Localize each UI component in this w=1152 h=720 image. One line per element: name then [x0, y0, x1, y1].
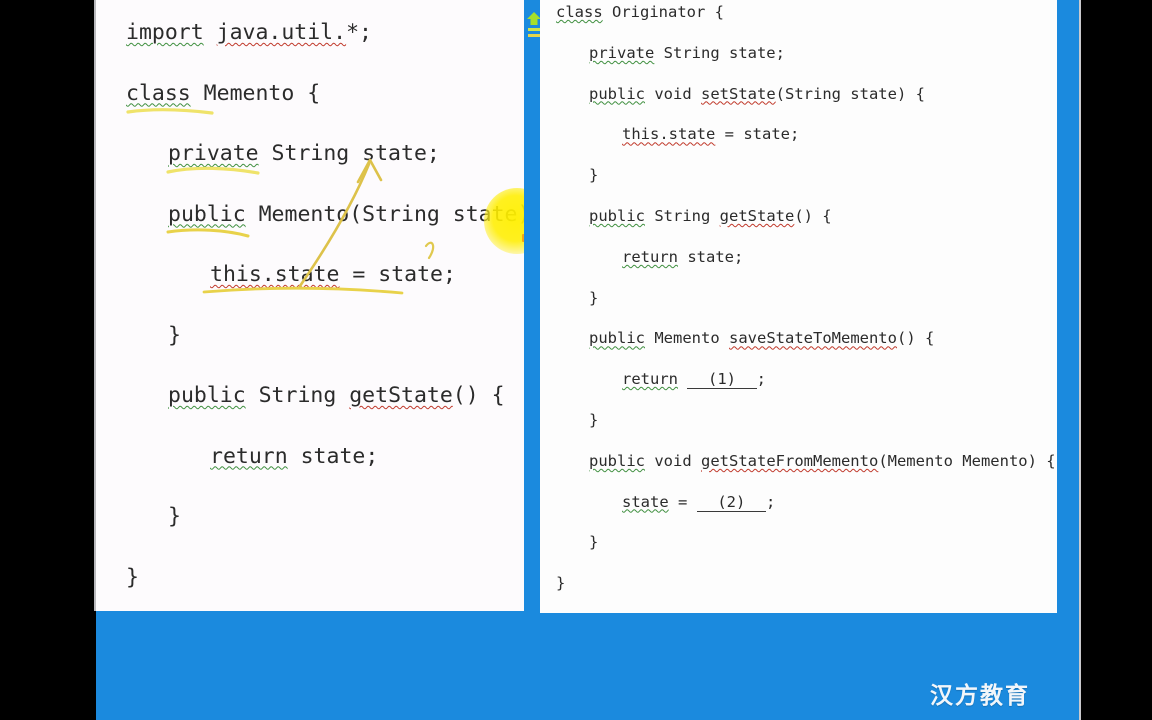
code-line: public void setState(String state) { [589, 84, 925, 103]
code-token: = [668, 492, 697, 511]
code-token: String state; [258, 141, 440, 166]
code-token: () { [896, 329, 935, 348]
code-line: import java.util.*; [126, 22, 372, 44]
code-line: } [589, 535, 598, 551]
spellcheck-underline-green: public [168, 383, 246, 408]
spellcheck-underline-red: this.state [210, 262, 340, 287]
code-line: } [589, 288, 599, 307]
code-line: class Memento { [126, 80, 321, 106]
spellcheck-underline-red: java.util. [216, 20, 347, 45]
code-line: this.state = state; [622, 127, 799, 143]
spellcheck-underline-green: return [210, 443, 288, 469]
spellcheck-underline-red: getStateFromMemento [701, 451, 879, 470]
code-line: public Memento(String state) { [168, 201, 524, 227]
code-token: (Memento Memento) { [878, 451, 1056, 470]
code-line: this.state = state; [210, 264, 456, 286]
code-panel-memento[interactable]: import java.util.*; class Memento { privat… [96, 0, 524, 611]
spellcheck-underline-red: getState [719, 207, 795, 225]
code-block-originator: class Originator {private String state; p… [540, 0, 1057, 613]
answer-blank[interactable]: (1) [687, 370, 757, 390]
code-token: () { [452, 383, 505, 408]
code-token: } [126, 564, 139, 590]
code-token: (String state) { [775, 84, 925, 103]
code-token: } [168, 504, 181, 529]
spellcheck-underline-green: class [126, 80, 191, 106]
code-line: public String getState() { [168, 385, 505, 407]
code-token: = state; [715, 125, 800, 144]
code-token: Memento [645, 329, 729, 348]
code-token: String [245, 383, 350, 408]
spellcheck-underline-green: public [589, 329, 645, 348]
code-token: Memento(String state) { [258, 201, 524, 227]
code-line: class Originator { [556, 3, 724, 21]
code-token: state; [287, 443, 379, 469]
code-token: Memento { [190, 80, 321, 106]
spellcheck-underline-green: private [168, 141, 259, 166]
letterbox-right-bar [1081, 0, 1152, 720]
code-line: state = (2) ; [622, 492, 776, 512]
code-token: () { [794, 207, 832, 225]
spellcheck-underline-red: setState [701, 84, 776, 103]
code-token: String state; [654, 43, 785, 62]
code-line: } [589, 166, 599, 185]
code-token: state; [678, 247, 744, 266]
watermark-brand: 汉方教育 [930, 682, 1030, 709]
code-line: } [556, 574, 566, 593]
code-token: ; [756, 370, 767, 389]
code-line: public Memento saveStateToMemento() { [589, 331, 934, 347]
code-line: private String state; [589, 43, 785, 62]
spellcheck-underline-green: class [556, 3, 603, 21]
code-token: String [645, 207, 720, 225]
spellcheck-underline-green: public [589, 451, 645, 470]
code-token: } [589, 411, 599, 429]
code-line: return state; [210, 443, 379, 469]
code-token: ; [766, 492, 776, 511]
code-line: return (1) ; [622, 370, 767, 390]
spellcheck-underline-green: state [622, 492, 669, 511]
spellcheck-underline-green: import [126, 20, 204, 45]
spellcheck-underline-green: private [589, 43, 655, 62]
code-token: } [589, 166, 599, 185]
code-token: *; [346, 20, 372, 45]
spellcheck-underline-green: public [589, 207, 645, 225]
spellcheck-underline-green: public [589, 84, 645, 103]
code-block-memento: import java.util.*; class Memento { privat… [96, 0, 524, 611]
code-token: } [589, 288, 599, 307]
code-token: void [645, 84, 701, 103]
code-line: return state; [622, 247, 744, 266]
spellcheck-underline-red: saveStateToMemento [729, 329, 897, 348]
letterbox-left-bar [0, 0, 96, 720]
spellcheck-underline-red: this.state [622, 125, 716, 144]
code-line: } [168, 322, 181, 348]
code-token: } [556, 574, 566, 593]
code-token: = state; [339, 262, 456, 287]
code-token: void [645, 451, 701, 470]
code-line: public String getState() { [589, 207, 832, 225]
code-line: } [126, 564, 139, 590]
code-line: } [589, 411, 599, 429]
code-token: } [168, 322, 181, 348]
panel-edge-left [94, 0, 96, 611]
code-line: private String state; [168, 143, 440, 165]
spellcheck-underline-green: return [622, 370, 678, 389]
screenshot-root: import java.util.*; class Memento { privat… [0, 0, 1152, 720]
panel-edge-right [1079, 0, 1081, 720]
code-token: } [589, 533, 599, 552]
code-panel-originator[interactable]: class Originator {private String state; p… [540, 0, 1057, 613]
spellcheck-underline-green: public [168, 201, 246, 227]
answer-blank[interactable]: (2) [696, 492, 766, 512]
code-line: } [168, 506, 181, 528]
code-token: Originator { [602, 3, 724, 21]
code-line: public void getStateFromMemento(Memento … [589, 451, 1056, 470]
spellcheck-underline-green: return [622, 247, 678, 266]
spellcheck-underline-red: getState [349, 383, 453, 408]
